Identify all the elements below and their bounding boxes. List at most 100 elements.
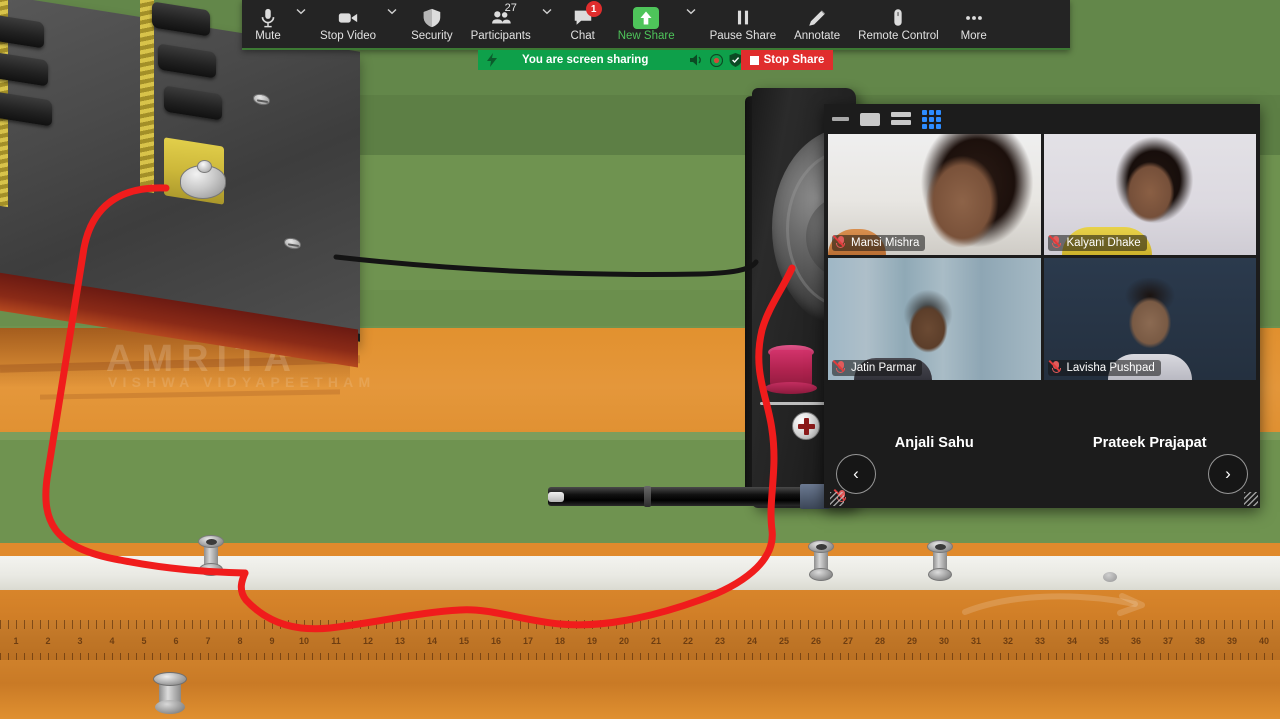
video-tile[interactable]: Mansi Mishra: [828, 134, 1041, 256]
participants-count: 27: [504, 2, 517, 14]
video-tile[interactable]: Lavisha Pushpad: [1043, 258, 1256, 380]
resize-handle-left[interactable]: [830, 492, 844, 506]
scale-number: 35: [1098, 636, 1109, 646]
stop-share-button[interactable]: Stop Share: [741, 50, 833, 70]
bridge-bobbin-3[interactable]: [927, 540, 953, 582]
muted-microphone-icon: [832, 235, 846, 250]
video-panel-header: [824, 104, 1260, 134]
scale-number: 29: [906, 636, 917, 646]
scale-number: 1: [13, 636, 19, 646]
scale-number: 28: [874, 636, 885, 646]
toolbar-button-more[interactable]: More: [948, 0, 1000, 48]
scale-number: 23: [714, 636, 725, 646]
share-screen-up-arrow-icon: [633, 6, 660, 29]
positive-terminal-icon[interactable]: [792, 412, 820, 440]
chevron-down-icon[interactable]: [294, 0, 311, 48]
toolbar-button-stop-video[interactable]: Stop Video: [311, 0, 385, 48]
maximize-icon[interactable]: [860, 112, 880, 126]
chevron-down-icon[interactable]: [385, 0, 402, 48]
toolbar-label: Participants: [470, 29, 531, 42]
toolbar-button-participants[interactable]: 27 Participants: [462, 0, 540, 48]
sharing-bolt-icon: [487, 53, 497, 67]
participant-name-label: Mansi Mishra: [832, 235, 926, 252]
scale-numbers: 1 2 3 4 5 6 7 8 9 10 11 12 13 14 15 16 17 18 19 20 21 22 23 24 2…: [0, 629, 1280, 653]
scale-foot: [0, 660, 1280, 719]
toolbar-label: Remote Control: [858, 29, 939, 42]
video-camera-icon: [337, 7, 359, 29]
gallery-view-icon[interactable]: [922, 109, 941, 129]
participant-name-label: Lavisha Pushpad: [1047, 359, 1161, 376]
scale-number: 40: [1258, 636, 1269, 646]
resize-handle[interactable]: [1244, 492, 1258, 506]
scale-number: 6: [173, 636, 179, 646]
stop-square-icon: [749, 55, 759, 65]
scale-number: 10: [298, 636, 309, 646]
rod-collar: [644, 486, 651, 507]
zoom-meeting-toolbar[interactable]: Mute Stop Video Security 27 Participants 1…: [242, 0, 1070, 50]
toolbar-label: Stop Video: [320, 29, 377, 42]
chevron-down-icon[interactable]: [540, 0, 557, 48]
speaker-knob-base: [765, 382, 817, 394]
pause-icon: [732, 7, 754, 29]
participant-name: Kalyani Dhake: [1066, 237, 1141, 250]
screen-sharing-status-bar: You are screen sharing: [478, 50, 750, 70]
toolbar-label: More: [960, 29, 987, 42]
bridge-bobbin-1[interactable]: [198, 535, 224, 577]
video-tile[interactable]: Kalyani Dhake: [1043, 134, 1256, 256]
toolbar-label: New Share: [617, 29, 675, 42]
measuring-scale: 1 2 3 4 5 6 7 8 9 10 11 12 13 14 15 16 17 18 19 20 21 22 23 24 2…: [0, 620, 1280, 662]
bench-screw: [1103, 572, 1117, 582]
coil-strip-2: [140, 0, 154, 194]
black-cable: [333, 254, 759, 277]
scale-number: 34: [1066, 636, 1077, 646]
chevron-down-icon[interactable]: [684, 0, 701, 48]
scale-number: 19: [586, 636, 597, 646]
participants-video-panel[interactable]: Mansi Mishra Kalyani Dhake Jatin Parmar Lav…: [824, 104, 1260, 508]
muted-microphone-icon: [832, 359, 846, 375]
chat-unread-badge: 1: [585, 1, 602, 17]
scale-number: 5: [141, 636, 147, 646]
sharing-status-text: You are screen sharing: [522, 54, 649, 66]
toolbar-button-chat[interactable]: 1 Chat: [557, 0, 609, 48]
metal-rod[interactable]: [548, 487, 816, 506]
toolbar-label: Mute: [255, 29, 281, 42]
minimize-icon[interactable]: [832, 117, 849, 121]
speaker-view-icon[interactable]: [891, 112, 911, 126]
toolbar-button-annotate[interactable]: Annotate: [785, 0, 849, 48]
toolbar-button-security[interactable]: Security: [402, 0, 462, 48]
next-page-button[interactable]: ›: [1208, 454, 1248, 494]
muted-microphone-icon: [1048, 359, 1062, 375]
scale-number: 11: [331, 636, 341, 646]
binding-post-knob[interactable]: [180, 160, 226, 199]
bridge-bobbin-2[interactable]: [808, 540, 834, 582]
scale-number: 20: [618, 636, 629, 646]
scale-number: 2: [45, 636, 51, 646]
participant-name: Jatin Parmar: [851, 361, 917, 374]
scale-number: 26: [810, 636, 821, 646]
bench-white-rail: [0, 556, 1280, 592]
toolbar-label: Security: [411, 29, 453, 42]
participant-name: Lavisha Pushpad: [1066, 361, 1155, 374]
previous-page-button[interactable]: ‹: [836, 454, 876, 494]
screen-share-view: AMRITA VISHWA VIDYAPEETHAM 1234567891011…: [0, 0, 1280, 719]
scale-number: 9: [269, 636, 275, 646]
scale-number: 22: [682, 636, 693, 646]
video-tile[interactable]: Jatin Parmar: [828, 258, 1041, 380]
scale-number: 25: [778, 636, 789, 646]
ellipsis-icon: [963, 7, 985, 29]
participant-name-label: Kalyani Dhake: [1047, 235, 1147, 252]
speaker-volume-icon[interactable]: [690, 54, 704, 66]
toolbar-button-mute[interactable]: Mute: [242, 0, 294, 48]
microphone-icon: [257, 7, 279, 29]
scale-number: 16: [490, 636, 501, 646]
toolbar-button-remote-control[interactable]: Remote Control: [849, 0, 948, 48]
scale-number: 7: [205, 636, 211, 646]
scale-number: 18: [554, 636, 565, 646]
toolbar-button-new-share[interactable]: New Share: [609, 0, 684, 48]
loose-bobbin[interactable]: [151, 672, 189, 714]
video-tile-grid: Mansi Mishra Kalyani Dhake Jatin Parmar Lav…: [824, 134, 1260, 508]
toolbar-button-pause-share[interactable]: Pause Share: [701, 0, 786, 48]
participant-name-label: Jatin Parmar: [832, 359, 923, 376]
sharing-indicators: [690, 53, 742, 67]
recording-indicator-icon[interactable]: [710, 53, 723, 67]
